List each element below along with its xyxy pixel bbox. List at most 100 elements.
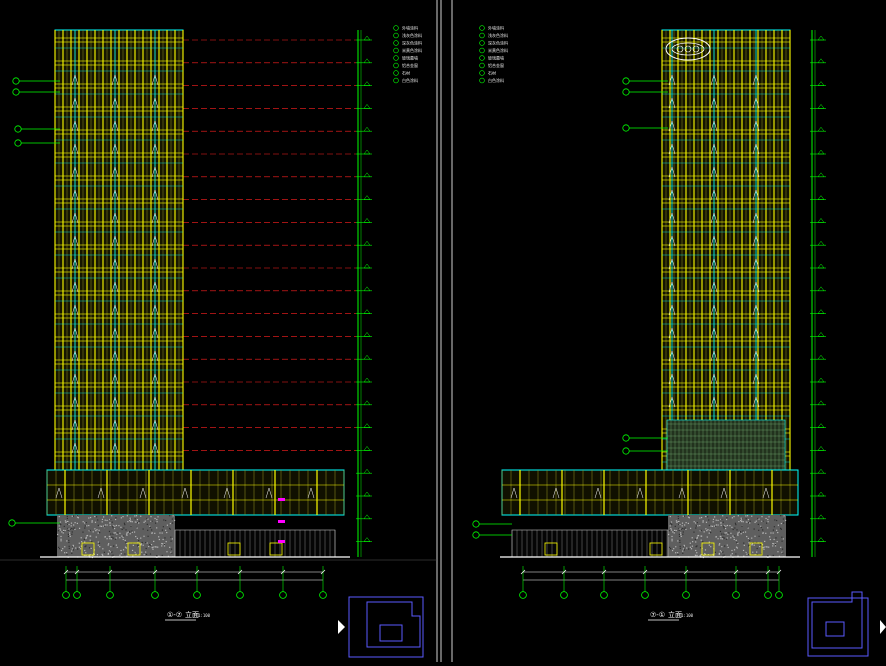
stone-speck (115, 524, 118, 527)
stone-speck (72, 549, 74, 551)
stone-speck (96, 516, 98, 518)
stone-speck (720, 518, 722, 520)
callout-circle-icon (622, 88, 630, 96)
stone-speck (783, 522, 785, 524)
callout-circle-icon (393, 47, 399, 54)
stone-speck (148, 545, 150, 548)
stone-speck (725, 532, 727, 534)
stone-speck (749, 522, 751, 524)
sheet-title-suffix: 立面 (668, 610, 682, 619)
stone-speck (745, 521, 747, 523)
stone-speck (101, 521, 103, 523)
stone-speck (722, 525, 725, 527)
stone-speck (57, 533, 59, 536)
stone-speck (768, 516, 770, 518)
stone-speck (668, 530, 671, 532)
stone-speck (85, 521, 87, 524)
play-arrow-icon[interactable] (338, 620, 345, 634)
stone-speck (108, 535, 110, 538)
stone-speck (60, 523, 62, 526)
stone-speck (694, 538, 696, 540)
stone-speck (734, 535, 736, 537)
stone-speck (669, 548, 672, 550)
stone-speck (131, 530, 133, 532)
stone-speck (712, 521, 714, 523)
stone-speck (136, 527, 138, 529)
stone-speck (161, 545, 163, 547)
stone-speck (71, 528, 73, 530)
stone-speck (722, 551, 724, 553)
stone-speck (739, 531, 742, 533)
stone-speck (758, 535, 760, 537)
left-elevation: 外墙涂料浅灰色涂料深灰色涂料米黄色涂料玻璃幕墙铝合金窗石材白色涂料 ①-⑦ 立面… (8, 25, 424, 658)
stone-speck (69, 534, 71, 536)
stone-speck (78, 527, 81, 529)
level-marker-icon (363, 309, 371, 314)
stone-speck (669, 525, 671, 527)
stone-speck (149, 553, 152, 555)
stone-speck (691, 545, 693, 547)
stone-speck (71, 533, 73, 535)
stone-speck (674, 525, 676, 527)
level-marker-icon (363, 400, 371, 406)
play-arrow-icon[interactable] (880, 620, 886, 634)
stone-speck (745, 518, 747, 520)
stone-speck (104, 536, 106, 538)
stone-speck (115, 544, 117, 546)
stone-speck (62, 532, 64, 534)
level-marker-icon (817, 491, 825, 497)
stone-speck (89, 516, 92, 519)
stone-speck (727, 546, 729, 549)
stone-speck (106, 524, 108, 526)
stone-speck (747, 554, 750, 556)
stone-speck (166, 531, 168, 534)
stone-speck (737, 534, 739, 536)
stone-speck (774, 545, 777, 547)
callout-leaders-left (8, 77, 60, 527)
stone-speck (765, 522, 768, 524)
stone-speck (78, 542, 80, 544)
stone-speck (680, 534, 682, 536)
stone-speck (72, 544, 74, 546)
stone-speck (97, 541, 99, 543)
stone-speck (79, 548, 82, 550)
stone-speck (780, 515, 782, 517)
stone-speck (131, 531, 133, 533)
stone-speck (171, 518, 173, 520)
stone-speck (116, 546, 118, 549)
stone-speck (687, 516, 690, 518)
stone-speck (71, 552, 73, 554)
stone-speck (161, 554, 163, 557)
callout-circle-icon (682, 591, 690, 599)
stone-speck (64, 529, 66, 532)
stone-speck (106, 519, 108, 522)
stone-speck (718, 553, 720, 555)
stone-speck (107, 544, 109, 546)
stone-speck (88, 517, 90, 519)
stone-speck (124, 546, 127, 548)
callout-circle-icon (193, 591, 201, 599)
stone-speck (170, 536, 172, 538)
stone-speck (781, 548, 784, 550)
stone-speck (78, 546, 80, 548)
stone-speck (108, 550, 110, 552)
callout-circle-icon (775, 591, 783, 599)
stone-speck (679, 541, 681, 543)
stone-speck (112, 527, 114, 529)
stone-speck (122, 549, 125, 551)
stone-speck (732, 535, 734, 537)
stone-speck (170, 548, 173, 550)
stone-speck (765, 546, 767, 548)
stone-speck (717, 538, 719, 540)
stone-speck (59, 529, 62, 531)
stone-speck (721, 533, 723, 535)
stone-speck (145, 547, 147, 550)
stone-speck (675, 552, 677, 554)
stone-speck (726, 524, 729, 527)
stone-speck (98, 542, 101, 544)
stone-speck (745, 551, 747, 553)
stone-speck (784, 519, 787, 522)
stone-speck (108, 530, 111, 533)
stone-speck (697, 525, 699, 527)
stone-speck (142, 544, 144, 546)
